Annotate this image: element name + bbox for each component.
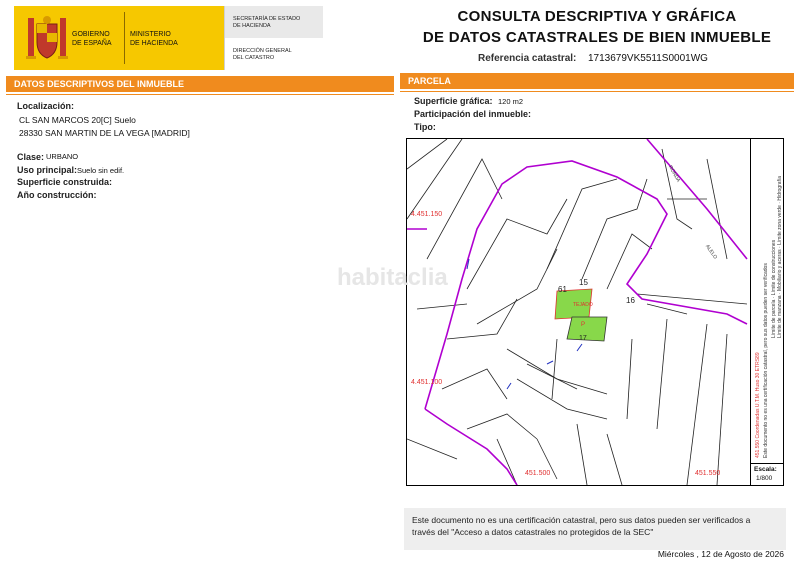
coord-y-label-1: 4.451.150 [411, 211, 443, 218]
address-line-1: CL SAN MARCOS 20[C] Suelo [19, 115, 136, 125]
superficie-grafica-label: Superficie gráfica: [414, 96, 493, 106]
legend-note-text: Este documento no es una certificación c… [763, 263, 769, 458]
document-date: Miércoles , 12 de Agosto de 2026 [657, 549, 784, 559]
parcel-number-16: 16 [626, 296, 635, 305]
parcel-number-17: 17 [579, 335, 587, 342]
note-line-2: través del "Acceso a datos catastrales n… [412, 527, 654, 537]
document-title-line-1: CONSULTA DESCRIPTIVA Y GRÁFICA [457, 8, 737, 25]
parcel-number-61: 61 [558, 285, 567, 294]
reference-value: 1713679VK5511S0001WG [588, 53, 708, 64]
gov-line-1: GOBIERNO [72, 31, 110, 38]
section-header-descriptive: DATOS DESCRIPTIVOS DEL INMUEBLE [6, 76, 394, 92]
uso-principal-label: Uso principal: [17, 165, 78, 175]
coord-x-label-2: 451.550 [695, 470, 721, 477]
watermark-text: habitaclia [337, 264, 448, 291]
section-underline-left [6, 94, 394, 95]
spain-coat-of-arms-icon [26, 16, 68, 59]
section-title-descriptive: DATOS DESCRIPTIVOS DEL INMUEBLE [14, 79, 185, 89]
legend-coords-text: 451.550 Coordenadas U.T.M. Huso 30 ETRS8… [755, 352, 761, 458]
scale-box: Escala: 1/800 [750, 463, 783, 485]
ministry-line-1: MINISTERIO [130, 31, 171, 38]
logo-divider [124, 12, 125, 64]
gov-line-2: DE ESPAÑA [72, 40, 112, 47]
uso-principal-value: Suelo sin edif. [77, 166, 125, 175]
anio-construccion-label: Año construcción: [17, 190, 97, 200]
secretaria-line-2: DE HACIENDA [233, 22, 271, 29]
localizacion-label: Localización: [17, 101, 75, 111]
cadastral-map-drawing [407, 139, 748, 485]
reference-label: Referencia catastral: [478, 53, 577, 64]
section-underline-right [400, 91, 794, 92]
legend-manzana: Límite de manzana [777, 295, 783, 338]
logo-yellow-panel: GOBIERNO DE ESPAÑA MINISTERIO DE HACIEND… [14, 6, 224, 70]
ministry-line-2: DE HACIENDA [130, 40, 178, 47]
building-marks [466, 258, 583, 390]
tejado-label: TEJADO [573, 302, 593, 308]
direccion-line-1: DIRECCIÓN GENERAL [233, 48, 292, 54]
secretaria-line-1: SECRETARÍA DE ESTADO [233, 16, 301, 22]
verification-note: Este documento no es una certificación c… [412, 514, 782, 538]
clase-label: Clase: [17, 152, 45, 162]
logo-grey-panel: SECRETARÍA DE ESTADO DE HACIENDA DIRECCI… [224, 6, 323, 70]
ministry-name: MINISTERIO DE HACIENDA [130, 30, 178, 48]
address-line-2: 28330 SAN MARTIN DE LA VEGA [MADRID] [19, 128, 190, 138]
parcel-p-label: P [581, 322, 586, 328]
document-title-line-2: DE DATOS CATASTRALES DE BIEN INMUEBLE [422, 29, 772, 46]
cadastral-map[interactable]: 4.451.150 4.451.100 451.500 451.550 habi… [337, 138, 784, 486]
secretaria-name: SECRETARÍA DE ESTADO DE HACIENDA [233, 16, 300, 29]
scale-label: Escala: [754, 466, 777, 473]
legend-note: Este documento no es una certificación c… [763, 158, 769, 458]
superficie-grafica-value: 120 m2 [498, 97, 524, 106]
scale-value: 1/800 [756, 475, 773, 482]
superficie-construida-label: Superficie construida: [17, 177, 113, 187]
coord-x-label-1: 451.500 [525, 470, 551, 477]
gov-name: GOBIERNO DE ESPAÑA [72, 30, 112, 48]
legend-items-b: Límite de manzana · Mobiliario y aceras … [777, 175, 783, 338]
legend-mobiliario: Mobiliario y aceras [777, 249, 783, 292]
map-legend: 451.550 Coordenadas U.T.M. Huso 30 ETRS8… [750, 138, 783, 463]
direccion-name: DIRECCIÓN GENERAL DEL CATASTRO [233, 48, 292, 61]
government-logo-block: GOBIERNO DE ESPAÑA MINISTERIO DE HACIEND… [14, 6, 323, 70]
coord-y-label-2: 4.451.100 [411, 379, 443, 386]
note-line-1: Este documento no es una certificación c… [412, 515, 751, 525]
parcel-number-15: 15 [579, 278, 588, 287]
legend-zona-verde: Límite zona verde [777, 205, 783, 245]
legend-hidrografia: Hidrografía [777, 175, 783, 201]
section-header-parcela: PARCELA [400, 73, 794, 89]
section-title-parcela: PARCELA [408, 76, 451, 86]
legend-coords: 451.550 Coordenadas U.T.M. Huso 30 ETRS8… [755, 318, 761, 458]
participacion-label: Participación del inmueble: [414, 109, 532, 119]
clase-value: URBANO [46, 152, 79, 161]
highlighted-parcel-part [566, 316, 608, 342]
direccion-line-2: DEL CATASTRO [233, 54, 275, 61]
tipo-label: Tipo: [414, 122, 436, 132]
